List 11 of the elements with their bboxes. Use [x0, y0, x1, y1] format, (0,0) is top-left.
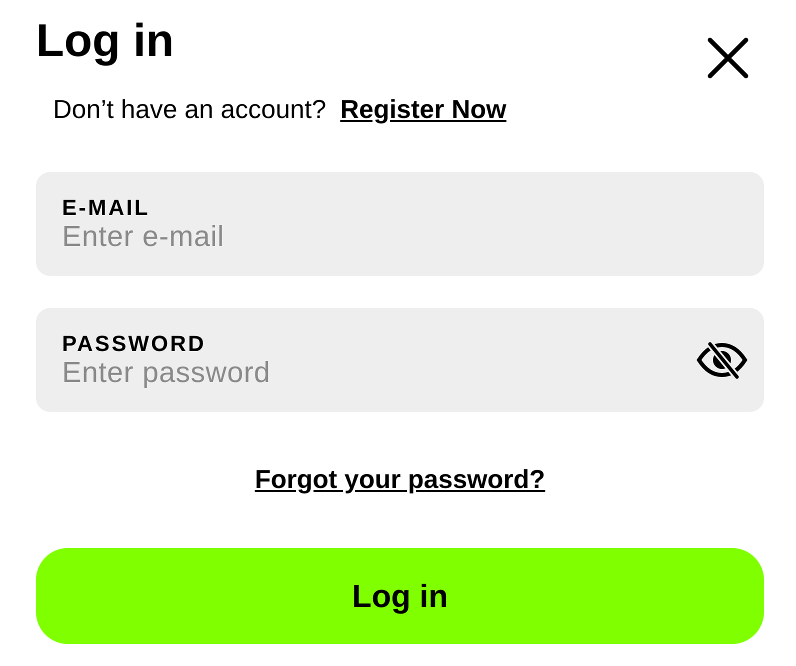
- input-field[interactable]: Enter e-mail: [62, 220, 622, 254]
- forgot-password-link[interactable]: Forgot your password?: [254, 464, 546, 548]
- dialog-title: Log in: [36, 13, 174, 68]
- register-link[interactable]: Register Now: [340, 94, 506, 125]
- close-icon[interactable]: [706, 36, 750, 80]
- eye-slash-icon[interactable]: [696, 341, 748, 379]
- input-field[interactable]: Enter password: [62, 356, 622, 390]
- field-label: PASSWORD: [62, 330, 207, 356]
- field-label: E-MAIL: [62, 194, 151, 220]
- login-button[interactable]: Log in: [36, 548, 764, 644]
- signup-prompt: Don’t have an account?: [53, 94, 326, 125]
